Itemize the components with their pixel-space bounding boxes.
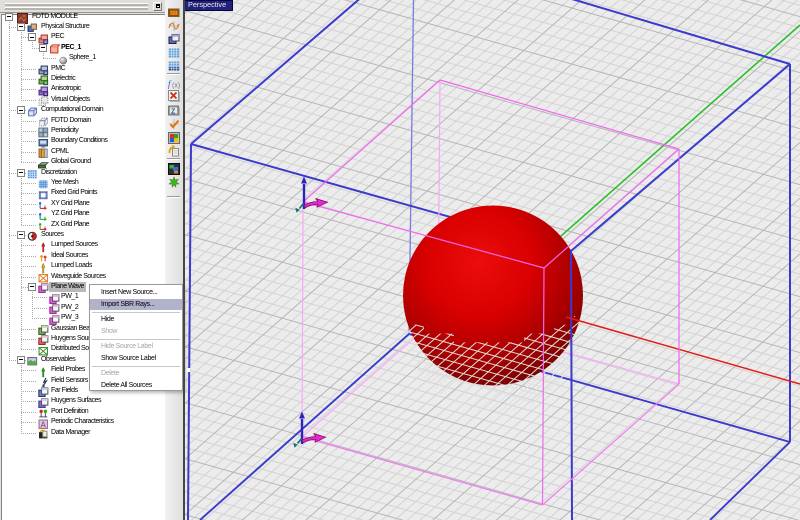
svg-text:Z: Z: [171, 109, 176, 116]
